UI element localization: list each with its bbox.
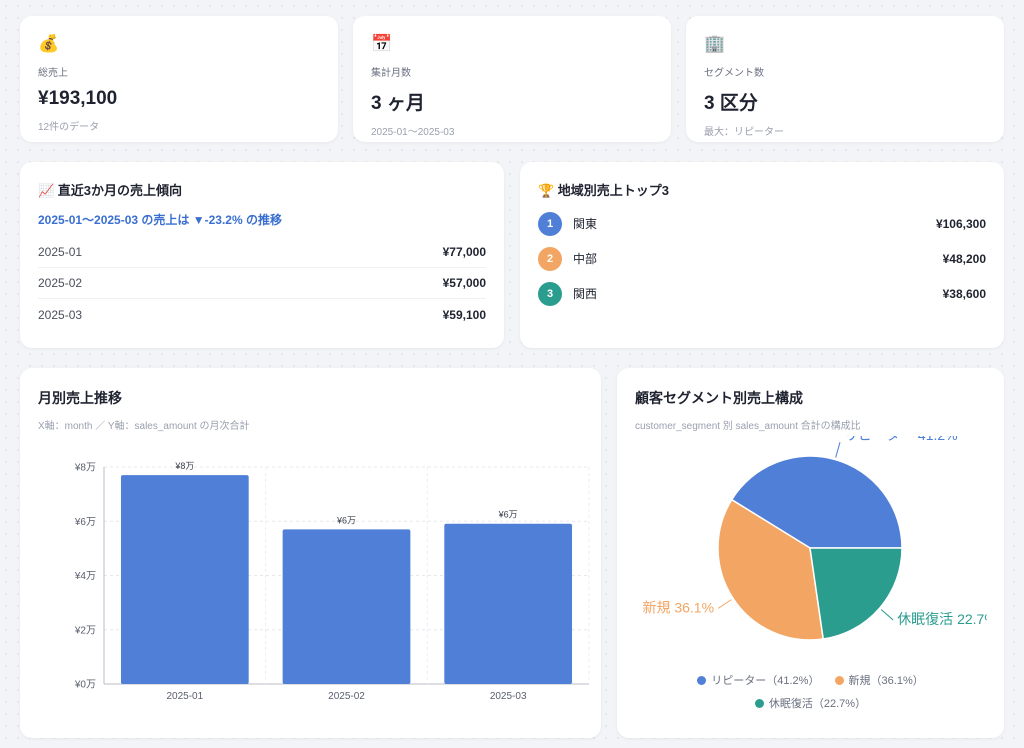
pie-label-leader [880, 609, 894, 621]
legend-item[interactable]: 新規（36.1%） [834, 672, 924, 688]
region-ranking-card: 🏆 地域別売上トップ3 1 関東 ¥106,300 2 中部 ¥48,200 3… [520, 162, 1004, 348]
trend-row: 2025-03 ¥59,100 [38, 299, 486, 330]
trend-value: ¥59,100 [442, 307, 486, 322]
segment-pie-card: 顧客セグメント別売上構成 customer_segment 別 sales_am… [617, 368, 1004, 738]
region-row: 2 中部 ¥48,200 [538, 241, 986, 276]
y-tick-label: ¥2万 [74, 625, 96, 636]
chart-subtitle: X軸：month ／ Y軸：sales_amount の月次合計 [38, 421, 250, 432]
trend-list: 2025-01 ¥77,000 2025-02 ¥57,000 2025-03 … [38, 237, 486, 330]
y-tick-label: ¥4万 [74, 571, 96, 582]
trend-card: 📈 直近3か月の売上傾向 2025-01〜2025-03 の売上は ▼-23.2… [20, 162, 504, 348]
bar [444, 523, 573, 684]
trend-row: 2025-01 ¥77,000 [38, 237, 486, 268]
rank-badge: 1 [538, 211, 562, 236]
kpi-label: セグメント数 [704, 68, 764, 79]
trend-summary: 2025-01〜2025-03 の売上は ▼-23.2% の推移 [38, 213, 282, 227]
kpi-sub: 2025-01〜2025-03 [371, 127, 455, 138]
legend-item[interactable]: リピーター（41.2%） [697, 672, 819, 688]
trend-month: 2025-01 [38, 245, 83, 259]
chart-title: 顧客セグメント別売上構成 [635, 390, 803, 406]
region-name: 関東 [573, 217, 598, 231]
chart-subtitle: customer_segment 別 sales_amount 合計の構成比 [635, 421, 861, 432]
rank-badge: 3 [538, 281, 562, 306]
kpi-value: 3 ヶ月 [371, 93, 425, 114]
bar-chart: ¥0万 ¥2万 ¥4万 ¥6万 ¥8万 ¥8万 2025-01 ¥6万 2025-02 ¥6万 20… [74, 461, 590, 702]
kpi-card-month-count: 📅 集計月数 3 ヶ月 2025-01〜2025-03 [353, 16, 671, 142]
trend-month: 2025-03 [38, 307, 83, 322]
pie-label-leader [717, 599, 732, 609]
kpi-value: 3 区分 [704, 93, 758, 114]
rank-badge: 2 [538, 246, 562, 271]
legend-item[interactable]: 休眠復活（22.7%） [754, 695, 867, 711]
region-value: ¥48,200 [942, 251, 986, 266]
bar-data-label: ¥6万 [498, 510, 518, 520]
money-bag-icon: 💰 [38, 34, 60, 53]
legend-label: 新規（36.1%） [848, 675, 924, 687]
trend-title: 📈 直近3か月の売上傾向 [38, 183, 183, 198]
pie-slice-label: 休眠復活 22.7% [897, 611, 987, 627]
kpi-label: 総売上 [38, 68, 68, 79]
region-name: 関西 [573, 287, 598, 301]
x-tick-label: 2025-02 [328, 691, 365, 702]
trend-month: 2025-02 [38, 276, 83, 290]
pie-slice-label: 新規 36.1% [642, 599, 714, 615]
region-row: 3 関西 ¥38,600 [538, 276, 986, 311]
kpi-label: 集計月数 [371, 68, 411, 79]
x-tick-label: 2025-01 [166, 691, 203, 702]
bar [282, 529, 411, 684]
bar-data-label: ¥6万 [336, 515, 356, 525]
trend-value: ¥77,000 [442, 245, 486, 259]
x-tick-label: 2025-03 [490, 691, 527, 702]
pie-label-leader [835, 442, 841, 458]
pie-chart: リピーター 41.2% 新規 36.1% 休眠復活 22.7% [642, 436, 987, 641]
calendar-icon: 📅 [371, 34, 393, 53]
legend-label: リピーター（41.2%） [711, 675, 820, 687]
region-row: 1 関東 ¥106,300 [538, 206, 986, 241]
office-building-icon: 🏢 [704, 34, 726, 53]
y-tick-label: ¥8万 [74, 463, 96, 474]
region-title: 🏆 地域別売上トップ3 [538, 183, 670, 198]
pie-slice-label: リピーター 41.2% [844, 436, 958, 443]
trend-value: ¥57,000 [442, 276, 486, 290]
legend-label: 休眠復活（22.7%） [768, 698, 867, 710]
chart-title: 月別売上推移 [38, 390, 122, 406]
pie-legend: リピーター（41.2%） 新規（36.1%） 休眠復活（22.7%） [617, 672, 1004, 711]
legend-dot [754, 698, 764, 708]
kpi-value: ¥193,100 [38, 88, 118, 109]
legend-dot [697, 675, 707, 685]
kpi-sub: 12件のデータ [38, 122, 100, 133]
kpi-sub: 最大：リピーター [704, 127, 784, 138]
trend-row: 2025-02 ¥57,000 [38, 268, 486, 299]
kpi-card-segment-count: 🏢 セグメント数 3 区分 最大：リピーター [686, 16, 1004, 142]
region-value: ¥106,300 [935, 216, 986, 231]
region-list: 1 関東 ¥106,300 2 中部 ¥48,200 3 関西 ¥38,600 [538, 206, 986, 311]
y-tick-label: ¥0万 [74, 680, 96, 691]
pie-slice [809, 547, 903, 640]
y-tick-label: ¥6万 [74, 517, 96, 528]
kpi-card-total-sales: 💰 総売上 ¥193,100 12件のデータ [20, 16, 338, 142]
bar [120, 475, 249, 684]
monthly-sales-chart-card: 月別売上推移 X軸：month ／ Y軸：sales_amount の月次合計 … [20, 368, 601, 738]
legend-dot [834, 675, 844, 685]
region-value: ¥38,600 [942, 286, 986, 301]
region-name: 中部 [573, 252, 598, 266]
bar-data-label: ¥8万 [174, 461, 194, 471]
